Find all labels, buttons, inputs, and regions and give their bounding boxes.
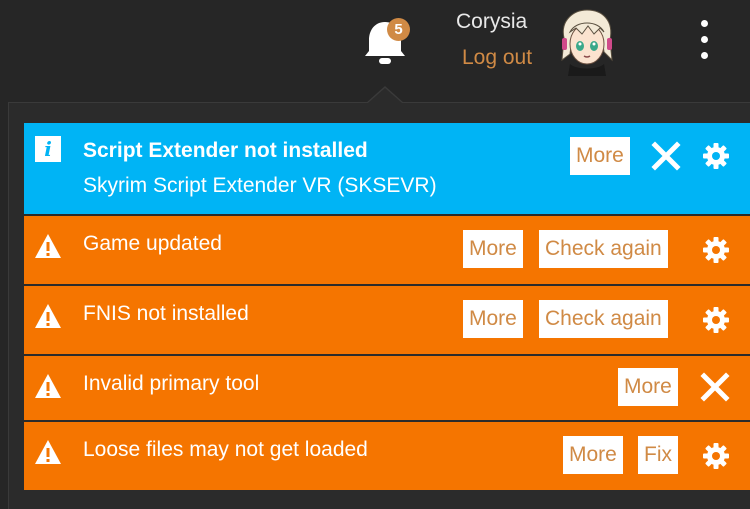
warning-icon [35, 234, 61, 258]
gear-icon[interactable] [702, 236, 730, 264]
check-again-button[interactable]: Check again [539, 300, 668, 338]
close-icon[interactable] [651, 141, 681, 171]
gear-icon[interactable] [702, 306, 730, 334]
more-menu-button[interactable] [690, 16, 720, 64]
notification-title: Game updated [83, 232, 222, 255]
notification-script-extender: i Script Extender not installed Skyrim S… [24, 123, 750, 214]
warning-icon [35, 374, 61, 398]
more-button[interactable]: More [570, 137, 630, 175]
notification-game-updated: Game updated More Check again [24, 216, 750, 284]
gear-icon[interactable] [702, 442, 730, 470]
more-button[interactable]: More [463, 300, 523, 338]
notification-title: FNIS not installed [83, 302, 249, 325]
more-button[interactable]: More [563, 436, 623, 474]
notification-count-badge: 5 [387, 18, 410, 41]
check-again-button[interactable]: Check again [539, 230, 668, 268]
notification-title: Script Extender not installed [83, 139, 368, 162]
notification-title: Loose files may not get loaded [83, 438, 368, 461]
more-button[interactable]: More [618, 368, 678, 406]
notifications-button[interactable]: 5 [362, 18, 410, 66]
notification-loose-files: Loose files may not get loaded More Fix [24, 422, 750, 490]
fix-button[interactable]: Fix [638, 436, 678, 474]
kebab-dot-icon [701, 20, 708, 27]
info-icon: i [35, 136, 61, 162]
notification-fnis: FNIS not installed More Check again [24, 286, 750, 354]
notification-invalid-tool: Invalid primary tool More [24, 356, 750, 420]
warning-icon [35, 304, 61, 328]
more-button[interactable]: More [463, 230, 523, 268]
user-name: Corysia [456, 10, 528, 33]
kebab-dot-icon [701, 52, 708, 59]
notification-subtitle: Skyrim Script Extender VR (SKSEVR) [83, 174, 437, 197]
close-icon[interactable] [700, 372, 730, 402]
notification-title: Invalid primary tool [83, 372, 260, 395]
gear-icon[interactable] [702, 142, 730, 170]
top-bar: 5 Corysia Log out [0, 0, 750, 90]
kebab-dot-icon [701, 36, 708, 43]
warning-icon [35, 440, 61, 464]
logout-link[interactable]: Log out [462, 46, 532, 70]
avatar[interactable] [556, 8, 618, 76]
